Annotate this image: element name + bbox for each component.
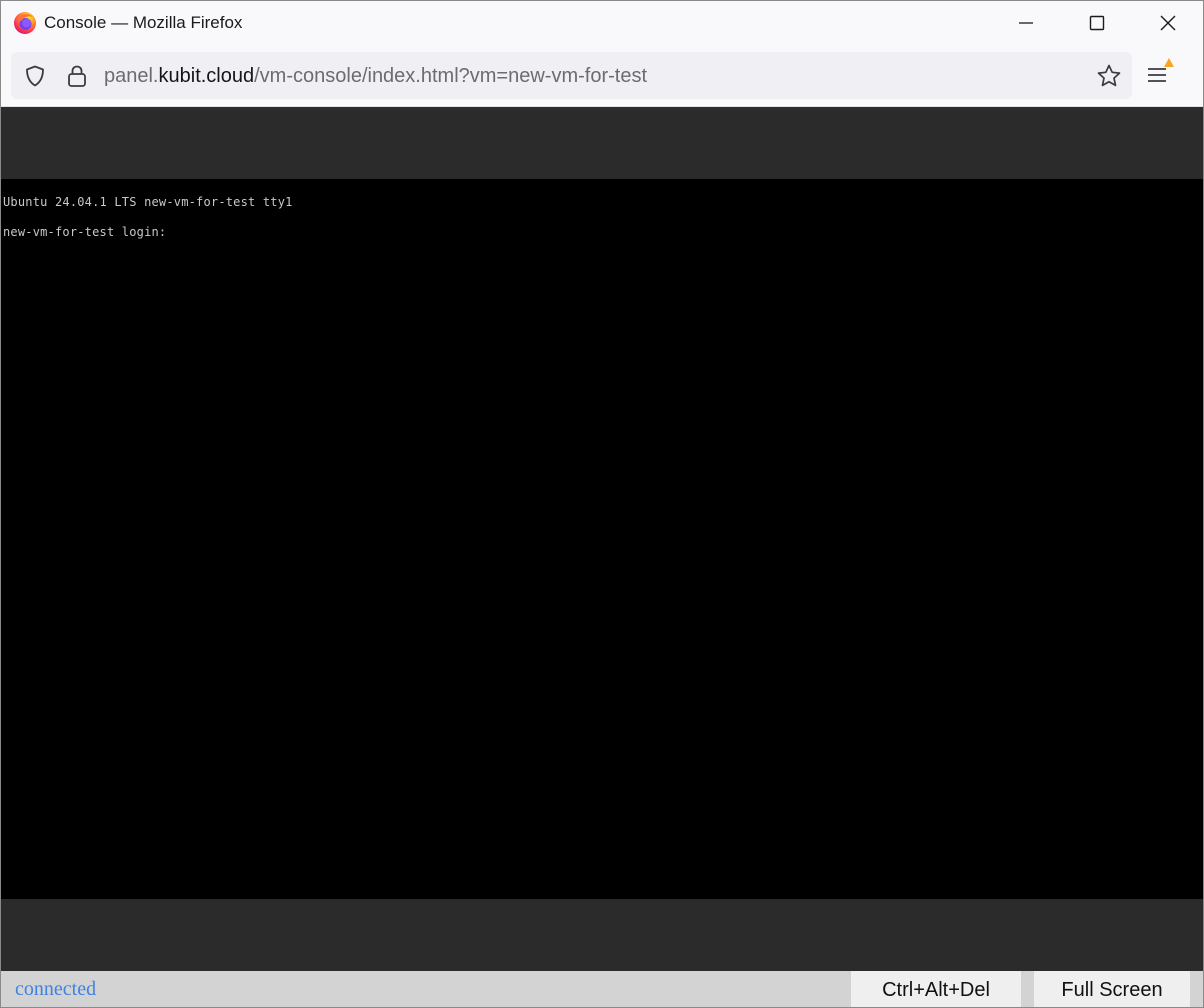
close-button[interactable] <box>1133 1 1203 45</box>
star-icon[interactable] <box>1096 63 1122 94</box>
menu-button[interactable] <box>1144 55 1188 95</box>
ctrl-alt-del-button[interactable]: Ctrl+Alt+Del <box>851 971 1021 1007</box>
full-screen-button[interactable]: Full Screen <box>1034 971 1190 1007</box>
title-bar: Console — Mozilla Firefox <box>1 1 1203 45</box>
console-top-padding <box>1 107 1203 179</box>
minimize-icon <box>1019 22 1033 24</box>
console-bottom-padding <box>1 899 1203 971</box>
url-bar[interactable]: panel.kubit.cloud/vm-console/index.html?… <box>11 52 1132 99</box>
console-status-bar: connected Ctrl+Alt+Del Full Screen <box>1 971 1203 1007</box>
url-prefix: panel. <box>104 65 159 87</box>
page-content: Ubuntu 24.04.1 LTS new-vm-for-test tty1 … <box>1 107 1203 1007</box>
console-login-prompt: new-vm-for-test login: <box>3 225 167 239</box>
lock-icon[interactable] <box>66 64 88 93</box>
minimize-button[interactable] <box>991 1 1061 45</box>
vm-console-screen[interactable]: Ubuntu 24.04.1 LTS new-vm-for-test tty1 … <box>1 179 1203 899</box>
connection-status: connected <box>15 978 97 1000</box>
close-icon <box>1160 15 1176 31</box>
firefox-icon <box>13 11 37 35</box>
maximize-icon <box>1089 15 1105 31</box>
nav-bar: panel.kubit.cloud/vm-console/index.html?… <box>1 45 1203 107</box>
shield-icon[interactable] <box>23 64 47 93</box>
url-domain: kubit.cloud <box>158 65 255 87</box>
url-path: /vm-console/index.html?vm=new-vm-for-tes… <box>254 65 648 87</box>
window-title: Console — Mozilla Firefox <box>44 13 243 32</box>
browser-window: Console — Mozilla Firefox panel.kubit.cl… <box>0 0 1204 1008</box>
maximize-button[interactable] <box>1062 1 1132 45</box>
url-text[interactable]: panel.kubit.cloud/vm-console/index.html?… <box>104 65 647 87</box>
menu-icon <box>1148 58 1174 82</box>
console-banner-line: Ubuntu 24.04.1 LTS new-vm-for-test tty1 <box>3 195 293 209</box>
